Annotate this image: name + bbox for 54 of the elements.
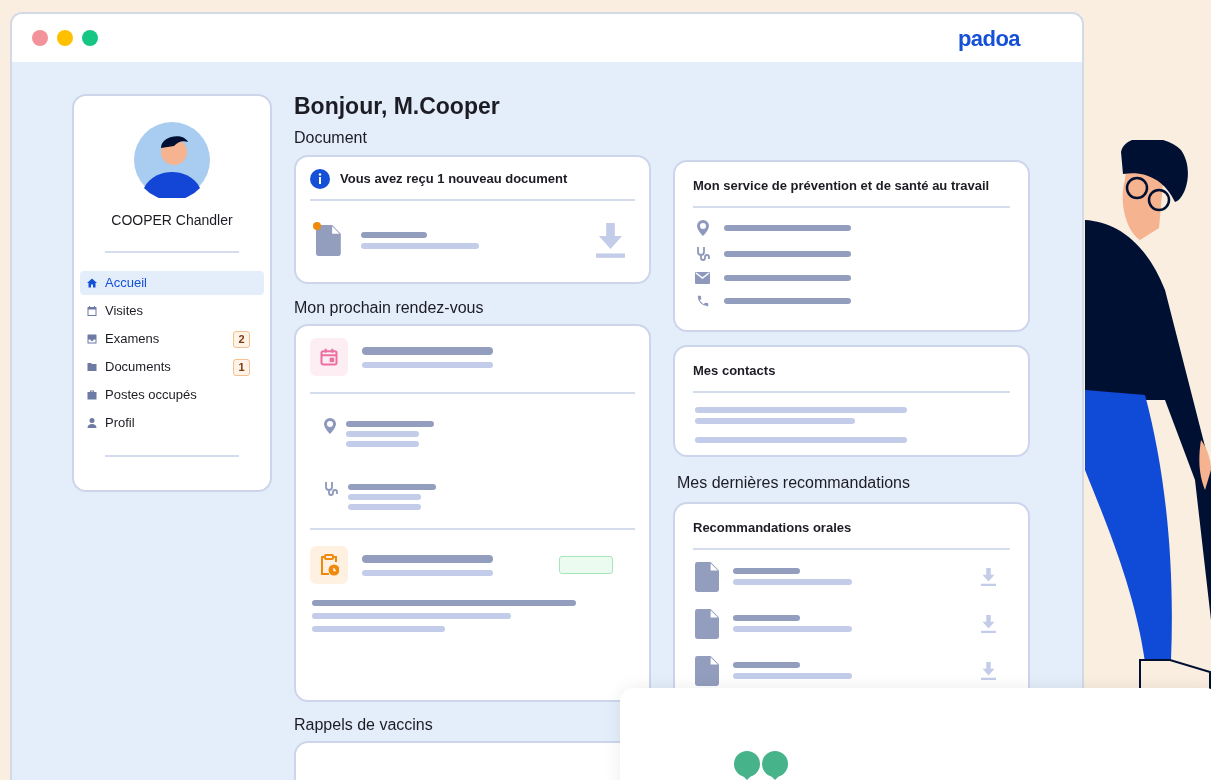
nav-item[interactable]: Profil: [80, 411, 264, 435]
placeholder-bar: [360, 231, 427, 238]
nav-item[interactable]: Documents 1: [80, 355, 264, 379]
quote-marks-icon: [733, 750, 789, 780]
tray-icon: [86, 333, 98, 345]
location-pin-icon: [324, 418, 336, 434]
nav-item[interactable]: Postes occupés: [80, 383, 264, 407]
nav-label: Profil: [105, 414, 136, 433]
nav-label: Examens: [105, 330, 161, 349]
home-icon: [86, 277, 98, 289]
user-icon: [86, 417, 98, 429]
status-tag: [559, 556, 613, 574]
nav-item[interactable]: Accueil: [80, 271, 264, 295]
download-icon[interactable]: [981, 614, 996, 633]
card-title: Recommandations orales: [693, 518, 1010, 550]
stethoscope-icon: [695, 245, 710, 262]
placeholder-bar: [733, 615, 800, 621]
nav-item[interactable]: Visites: [80, 299, 264, 323]
stethoscope-icon: [324, 481, 338, 497]
info-icon: [310, 169, 330, 189]
document-icon: [316, 224, 341, 256]
section-heading: Document: [294, 128, 368, 148]
card-title: Mon service de prévention et de santé au travail: [693, 176, 1010, 208]
nav-label: Visites: [105, 302, 145, 321]
section-heading: Mes dernières recommandations: [677, 473, 911, 493]
download-icon[interactable]: [596, 223, 625, 258]
calendar-icon: [86, 305, 98, 317]
folder-icon: [86, 361, 98, 373]
card-title: Mes contacts: [693, 361, 1010, 393]
clipboard-clock-icon: [310, 546, 348, 584]
document-icon: [695, 561, 719, 592]
phone-icon: [695, 293, 710, 308]
greeting: Bonjour, M.Cooper: [294, 92, 501, 120]
section-heading: Rappels de vaccins: [294, 715, 434, 735]
download-icon[interactable]: [981, 661, 996, 680]
location-pin-icon: [696, 219, 709, 236]
nav-label: Documents: [105, 358, 172, 377]
nav-item[interactable]: Examens 2: [80, 327, 264, 351]
download-icon[interactable]: [981, 567, 996, 586]
count-badge: 2: [233, 330, 250, 348]
briefcase-icon: [86, 389, 98, 401]
nav-label: Accueil: [105, 274, 148, 293]
nav-label: Postes occupés: [105, 386, 198, 405]
count-badge: 1: [233, 358, 250, 376]
notice-text: Vous avez reçu 1 nouveau document: [340, 170, 568, 189]
placeholder-bar: [733, 568, 800, 574]
placeholder-bar: [733, 662, 800, 668]
document-icon: [695, 608, 719, 639]
section-heading: Mon prochain rendez-vous: [294, 298, 485, 318]
document-icon: [695, 655, 719, 686]
calendar-icon: [310, 338, 348, 376]
envelope-icon: [695, 271, 710, 284]
user-name: COOPER Chandler: [111, 211, 233, 230]
logo: padoa: [957, 24, 1020, 53]
